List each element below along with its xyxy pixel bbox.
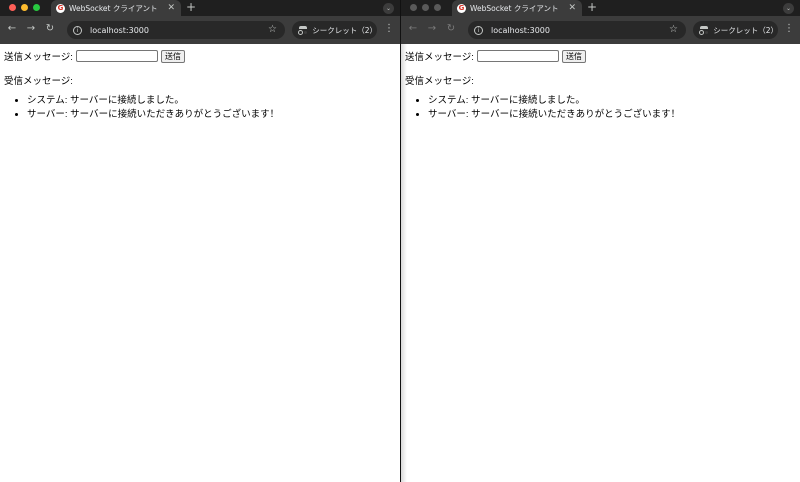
tab-strip: G WebSocket クライアント ✕ + ⌄	[0, 0, 400, 16]
messages-list: システム: サーバーに接続しました。 サーバー: サーバーに接続いただきありがと…	[27, 94, 279, 122]
info-icon[interactable]: i	[474, 25, 483, 35]
chevron-down-icon[interactable]: ⌄	[383, 3, 394, 14]
arrow-right-icon[interactable]: →	[425, 22, 439, 36]
tab-title: WebSocket クライアント	[470, 3, 559, 13]
arrow-left-icon[interactable]: ←	[5, 22, 19, 36]
maximize-window-button[interactable]	[33, 4, 40, 11]
send-button[interactable]: 送信	[160, 49, 185, 63]
chevron-down-icon[interactable]: ⌄	[783, 3, 794, 14]
messages-list: システム: サーバーに接続しました。 サーバー: サーバーに接続いただきありがと…	[428, 94, 680, 122]
reload-icon[interactable]: ↻	[43, 22, 57, 36]
send-message-row: 送信メッセージ: 送信	[405, 49, 586, 63]
received-messages-label: 受信メッセージ:	[405, 76, 474, 87]
close-icon[interactable]: ✕	[568, 2, 576, 14]
window-shadow	[401, 44, 407, 482]
favicon-icon: G	[457, 3, 466, 13]
star-icon[interactable]: ☆	[669, 23, 678, 37]
incognito-label: シークレット（2）	[713, 25, 778, 35]
browser-window-left: G WebSocket クライアント ✕ + ⌄ ← → ↻ i localho…	[0, 0, 400, 482]
url-text: localhost:3000	[90, 25, 149, 35]
tab-title: WebSocket クライアント	[69, 3, 158, 13]
browser-toolbar: ← → ↻ i localhost:3000 ☆ シークレット（2） ⋮	[401, 16, 800, 44]
incognito-indicator[interactable]: シークレット（2）	[292, 21, 377, 39]
message-input[interactable]	[476, 50, 559, 62]
page-content: 送信メッセージ: 送信 受信メッセージ: システム: サーバーに接続しました。 …	[401, 44, 800, 482]
incognito-indicator[interactable]: シークレット（2）	[693, 21, 778, 39]
address-bar[interactable]: i localhost:3000 ☆	[67, 21, 285, 39]
window-controls	[410, 4, 441, 11]
kebab-menu-icon[interactable]: ⋮	[784, 23, 794, 35]
message-input[interactable]	[75, 50, 158, 62]
send-message-label: 送信メッセージ:	[405, 52, 474, 63]
plus-icon[interactable]: +	[186, 0, 196, 15]
list-item: システム: サーバーに接続しました。	[428, 94, 680, 108]
browser-window-right: G WebSocket クライアント ✕ + ⌄ ← → ↻ i localho…	[400, 0, 800, 482]
favicon-icon: G	[56, 3, 65, 13]
incognito-icon	[298, 26, 308, 35]
maximize-window-button[interactable]	[434, 4, 441, 11]
arrow-left-icon[interactable]: ←	[406, 22, 420, 36]
send-message-row: 送信メッセージ: 送信	[4, 49, 185, 63]
kebab-menu-icon[interactable]: ⋮	[384, 23, 394, 35]
minimize-window-button[interactable]	[21, 4, 28, 11]
browser-toolbar: ← → ↻ i localhost:3000 ☆ シークレット（2） ⋮	[0, 16, 400, 44]
send-message-label: 送信メッセージ:	[4, 52, 73, 63]
minimize-window-button[interactable]	[422, 4, 429, 11]
tab-websocket-client[interactable]: G WebSocket クライアント ✕	[51, 0, 181, 16]
tab-strip: G WebSocket クライアント ✕ + ⌄	[401, 0, 800, 16]
reload-icon[interactable]: ↻	[444, 22, 458, 36]
info-icon[interactable]: i	[73, 25, 82, 35]
address-bar[interactable]: i localhost:3000 ☆	[468, 21, 686, 39]
list-item: サーバー: サーバーに接続いただきありがとうございます！	[27, 108, 279, 122]
window-controls	[9, 4, 40, 11]
tab-websocket-client[interactable]: G WebSocket クライアント ✕	[452, 0, 582, 16]
page-content: 送信メッセージ: 送信 受信メッセージ: システム: サーバーに接続しました。 …	[0, 44, 400, 482]
close-icon[interactable]: ✕	[167, 2, 175, 14]
url-text: localhost:3000	[491, 25, 550, 35]
send-button[interactable]: 送信	[561, 49, 586, 63]
list-item: システム: サーバーに接続しました。	[27, 94, 279, 108]
star-icon[interactable]: ☆	[268, 23, 277, 37]
incognito-icon	[699, 26, 709, 35]
arrow-right-icon[interactable]: →	[24, 22, 38, 36]
received-messages-label: 受信メッセージ:	[4, 76, 73, 87]
close-window-button[interactable]	[9, 4, 16, 11]
plus-icon[interactable]: +	[587, 0, 597, 15]
close-window-button[interactable]	[410, 4, 417, 11]
incognito-label: シークレット（2）	[312, 25, 377, 35]
list-item: サーバー: サーバーに接続いただきありがとうございます！	[428, 108, 680, 122]
